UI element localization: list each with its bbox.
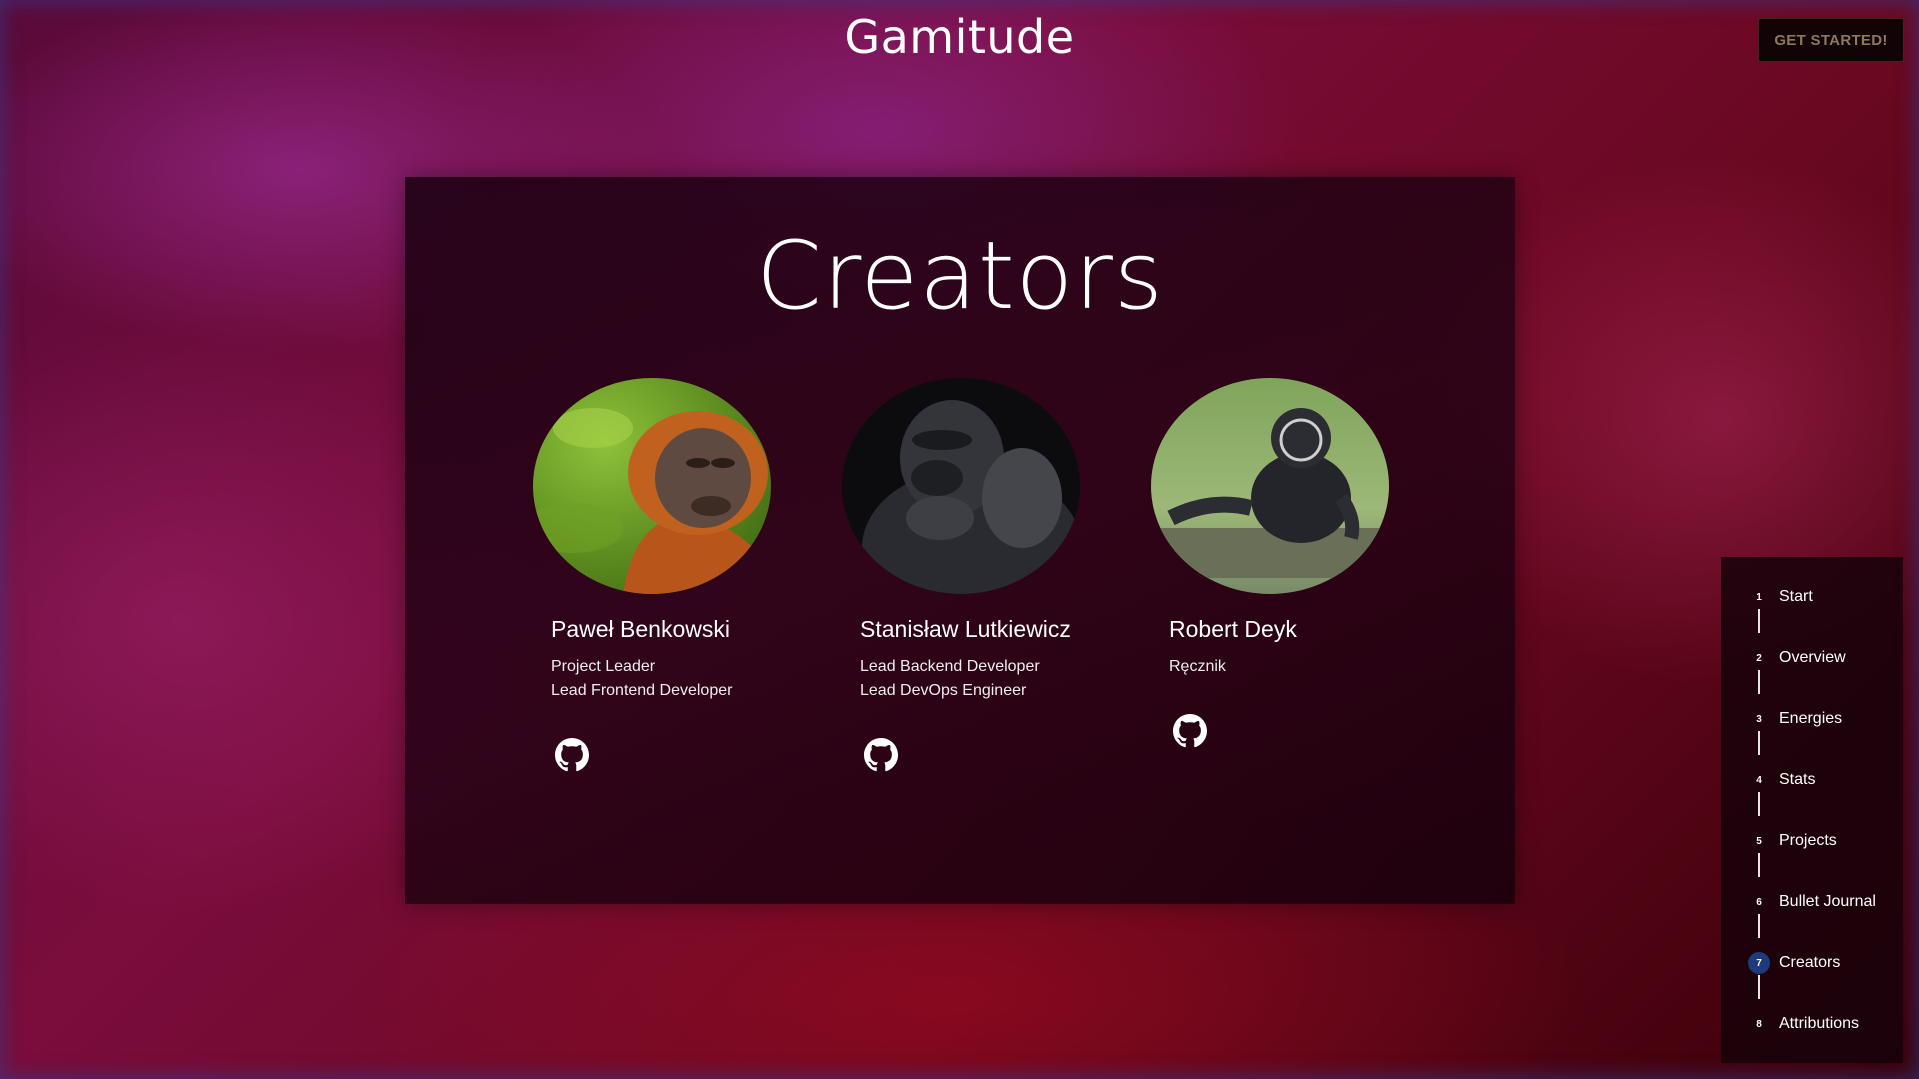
step-label: Creators bbox=[1779, 954, 1841, 971]
step-label: Energies bbox=[1779, 710, 1843, 727]
step-number: 4 bbox=[1756, 774, 1762, 786]
step-creators[interactable]: 7 Creators bbox=[1721, 948, 1903, 978]
step-number-active: 7 bbox=[1748, 952, 1770, 974]
step-stats[interactable]: 4 Stats bbox=[1721, 765, 1903, 795]
step-number: 1 bbox=[1756, 591, 1762, 603]
creator-role: Project Leader bbox=[551, 658, 656, 675]
github-icon[interactable] bbox=[864, 738, 898, 772]
step-connector bbox=[1758, 853, 1760, 877]
creator-card: Stanisław Lutkiewicz Lead Backend Develo… bbox=[842, 378, 1102, 772]
creators-panel: Creators Paweł Benkowski Project Leader … bbox=[405, 177, 1515, 904]
steps-navigation: 1 Start 2 Overview 3 Energies 4 Stats 5 … bbox=[1721, 557, 1903, 1063]
step-connector bbox=[1758, 609, 1760, 633]
step-number: 8 bbox=[1756, 1018, 1762, 1030]
step-bullet-journal[interactable]: 6 Bullet Journal bbox=[1721, 887, 1903, 917]
step-number: 2 bbox=[1756, 652, 1762, 664]
step-start[interactable]: 1 Start bbox=[1721, 582, 1903, 612]
creator-roles: Ręcznik bbox=[1169, 655, 1411, 679]
step-connector bbox=[1758, 914, 1760, 938]
creator-role: Lead Backend Developer bbox=[860, 658, 1040, 675]
step-connector bbox=[1758, 975, 1760, 999]
step-label: Stats bbox=[1779, 771, 1816, 788]
creator-card: Paweł Benkowski Project Leader Lead Fron… bbox=[533, 378, 793, 772]
step-connector bbox=[1758, 670, 1760, 694]
github-icon[interactable] bbox=[555, 738, 589, 772]
creator-name: Paweł Benkowski bbox=[551, 616, 730, 642]
creator-role: Lead DevOps Engineer bbox=[860, 682, 1027, 699]
creator-card: Robert Deyk Ręcznik bbox=[1151, 378, 1411, 748]
creator-roles: Lead Backend Developer Lead DevOps Engin… bbox=[860, 655, 1102, 703]
step-label: Bullet Journal bbox=[1779, 893, 1876, 910]
creator-name: Robert Deyk bbox=[1169, 616, 1297, 642]
gorilla-avatar bbox=[842, 378, 1080, 594]
step-label: Projects bbox=[1779, 832, 1837, 849]
step-overview[interactable]: 2 Overview bbox=[1721, 643, 1903, 673]
step-label: Start bbox=[1779, 588, 1813, 605]
get-started-button[interactable]: GET STARTED! bbox=[1758, 18, 1904, 62]
github-icon[interactable] bbox=[1173, 714, 1207, 748]
gibbon-avatar bbox=[1151, 378, 1389, 594]
step-number: 5 bbox=[1756, 835, 1762, 847]
step-energies[interactable]: 3 Energies bbox=[1721, 704, 1903, 734]
creator-role: Lead Frontend Developer bbox=[551, 682, 733, 699]
step-label: Attributions bbox=[1779, 1015, 1860, 1032]
step-label: Overview bbox=[1779, 649, 1846, 666]
step-connector bbox=[1758, 792, 1760, 816]
step-number: 6 bbox=[1756, 896, 1762, 908]
site-title: Gamitude bbox=[844, 10, 1075, 64]
step-connector bbox=[1758, 731, 1760, 755]
step-attributions[interactable]: 8 Attributions bbox=[1721, 1009, 1903, 1039]
creator-roles: Project Leader Lead Frontend Developer bbox=[551, 655, 793, 703]
step-projects[interactable]: 5 Projects bbox=[1721, 826, 1903, 856]
orangutan-avatar bbox=[533, 378, 771, 594]
step-number: 3 bbox=[1756, 713, 1762, 725]
creator-role: Ręcznik bbox=[1169, 658, 1226, 675]
creator-name: Stanisław Lutkiewicz bbox=[860, 616, 1071, 642]
section-title: Creators bbox=[756, 222, 1164, 331]
